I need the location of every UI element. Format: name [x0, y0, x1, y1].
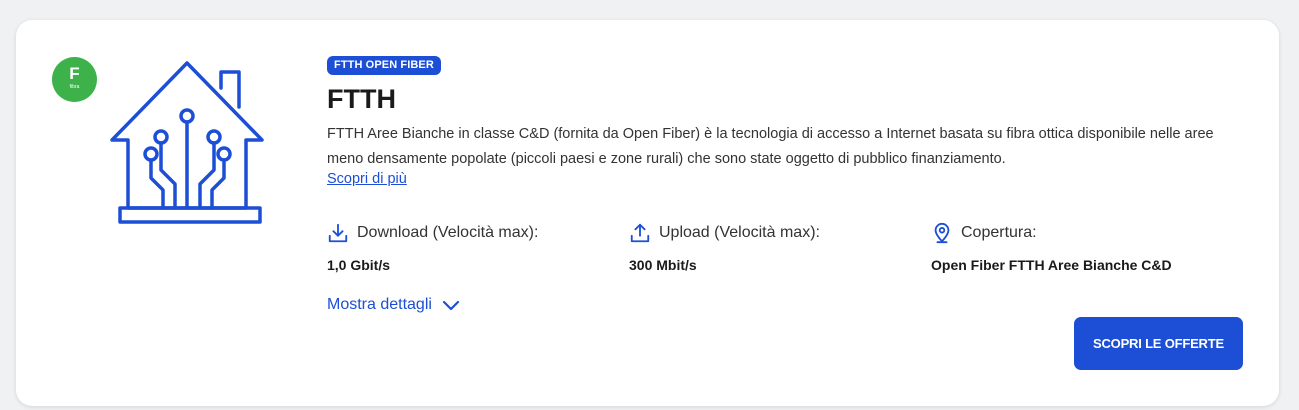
upload-label: Upload (Velocità max): — [659, 224, 820, 241]
upload-icon — [630, 223, 650, 243]
download-value: 1,0 Gbit/s — [327, 257, 391, 273]
offer-description: FTTH Aree Bianche in classe C&D (fornita… — [327, 126, 1214, 167]
coverage-label: Copertura: — [961, 224, 1037, 241]
technology-tag: FTTH OPEN FIBER — [327, 56, 441, 75]
discover-offers-button[interactable]: SCOPRI LE OFFERTE — [1074, 317, 1243, 370]
download-spec: Download (Velocità max): 1,0 Gbit/s — [327, 221, 538, 273]
learn-more-link[interactable]: Scopri di più — [327, 171, 407, 187]
show-details-toggle[interactable]: Mostra dettagli — [327, 296, 460, 314]
coverage-spec: Copertura: Open Fiber FTTH Aree Bianche … — [931, 221, 1172, 273]
location-pin-icon — [934, 222, 950, 244]
fiber-house-icon — [110, 61, 264, 224]
fiber-badge: F fibra — [52, 57, 97, 102]
show-details-label: Mostra dettagli — [327, 296, 432, 313]
download-label: Download (Velocità max): — [357, 224, 539, 241]
offer-card: F fibra FTTH OPEN FIBER FTTH FTTH Aree B… — [16, 20, 1279, 406]
fiber-badge-sublabel: fibra — [69, 84, 80, 90]
chevron-down-icon — [442, 300, 460, 311]
upload-spec: Upload (Velocità max): 300 Mbit/s — [629, 221, 820, 273]
coverage-value: Open Fiber FTTH Aree Bianche C&D — [931, 257, 1172, 273]
fiber-badge-letter: F — [69, 64, 80, 83]
upload-value: 300 Mbit/s — [629, 257, 697, 273]
offer-title: FTTH — [327, 84, 396, 114]
download-icon — [328, 223, 348, 243]
